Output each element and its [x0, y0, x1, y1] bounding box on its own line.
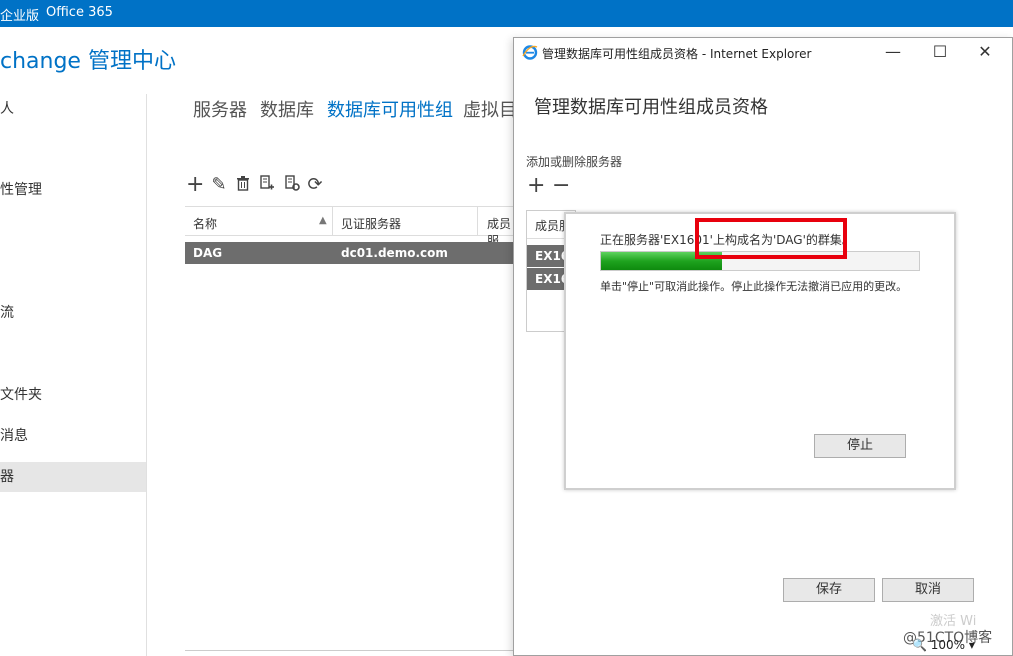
- grid-header: 名称 ▲ 见证服务器 成员服: [185, 206, 515, 248]
- nav-item-5[interactable]: [0, 256, 146, 286]
- remove-server-icon[interactable]: −: [552, 174, 570, 198]
- highlight-annotation: [695, 218, 847, 259]
- configure-network-icon[interactable]: [283, 175, 301, 195]
- nav-item-7[interactable]: [0, 339, 146, 369]
- zoom-value: 100%: [930, 638, 966, 652]
- add-server-icon[interactable]: +: [527, 174, 545, 198]
- section-label: 添加或删除服务器: [526, 155, 623, 169]
- nav-divider: [146, 94, 147, 656]
- column-divider: [477, 207, 478, 236]
- column-name[interactable]: 名称: [193, 215, 217, 232]
- manage-membership-icon[interactable]: [258, 175, 276, 195]
- tab-databases[interactable]: 数据库: [260, 96, 314, 122]
- witness-cell: dc01.demo.com: [341, 246, 448, 260]
- column-witness[interactable]: 见证服务器: [341, 215, 401, 232]
- app-title: change 管理中心: [0, 49, 176, 74]
- tab-virtual-directories[interactable]: 虚拟目: [463, 96, 517, 122]
- stop-button[interactable]: 停止: [814, 434, 906, 458]
- tab-servers[interactable]: 服务器: [193, 96, 247, 122]
- nav-item-11[interactable]: [0, 504, 146, 534]
- cancel-button[interactable]: 取消: [882, 578, 974, 602]
- sort-asc-icon[interactable]: ▲: [319, 215, 327, 226]
- close-icon[interactable]: ✕: [970, 40, 1000, 64]
- ie-titlebar[interactable]: 管理数据库可用性组成员资格 - Internet Explorer — ☐ ✕: [514, 38, 1012, 66]
- nav-item-servers[interactable]: 器: [0, 462, 146, 492]
- nav-item-9[interactable]: 消息: [0, 421, 146, 451]
- grid-bottom-border: [185, 650, 515, 651]
- nav-item-1[interactable]: 人: [0, 94, 146, 124]
- office365-link[interactable]: Office 365: [46, 5, 113, 20]
- refresh-icon[interactable]: ⟳: [306, 175, 324, 195]
- dialog-title: 管理数据库可用性组成员资格: [534, 97, 768, 118]
- nav-item-4[interactable]: [0, 216, 146, 246]
- nav-item-8[interactable]: 文件夹: [0, 380, 146, 410]
- ie-window-title: 管理数据库可用性组成员资格 - Internet Explorer: [542, 47, 812, 61]
- maximize-icon[interactable]: ☐: [925, 40, 955, 64]
- save-button[interactable]: 保存: [783, 578, 875, 602]
- edition-label: 企业版: [0, 9, 40, 24]
- ie-logo-icon: [522, 44, 538, 60]
- tab-dag[interactable]: 数据库可用性组: [327, 96, 453, 122]
- delete-icon[interactable]: [234, 175, 252, 195]
- progress-hint: 单击"停止"可取消此操作。停止此操作无法撤消已应用的更改。: [600, 280, 908, 293]
- top-bar: 企业版 Office 365: [0, 0, 1013, 27]
- edit-icon[interactable]: ✎: [210, 175, 228, 195]
- add-icon[interactable]: +: [186, 174, 204, 196]
- minimize-icon[interactable]: —: [878, 40, 908, 64]
- table-row[interactable]: DAG dc01.demo.com: [185, 242, 515, 264]
- nav-item-6[interactable]: 流: [0, 298, 146, 328]
- zoom-icon: 🔍: [912, 638, 927, 652]
- dag-name-cell: DAG: [193, 246, 223, 260]
- nav-item-3[interactable]: 性管理: [0, 175, 146, 205]
- nav-item-2[interactable]: [0, 134, 146, 164]
- zoom-level[interactable]: 🔍 100% ▾: [912, 638, 975, 652]
- column-divider: [332, 207, 333, 236]
